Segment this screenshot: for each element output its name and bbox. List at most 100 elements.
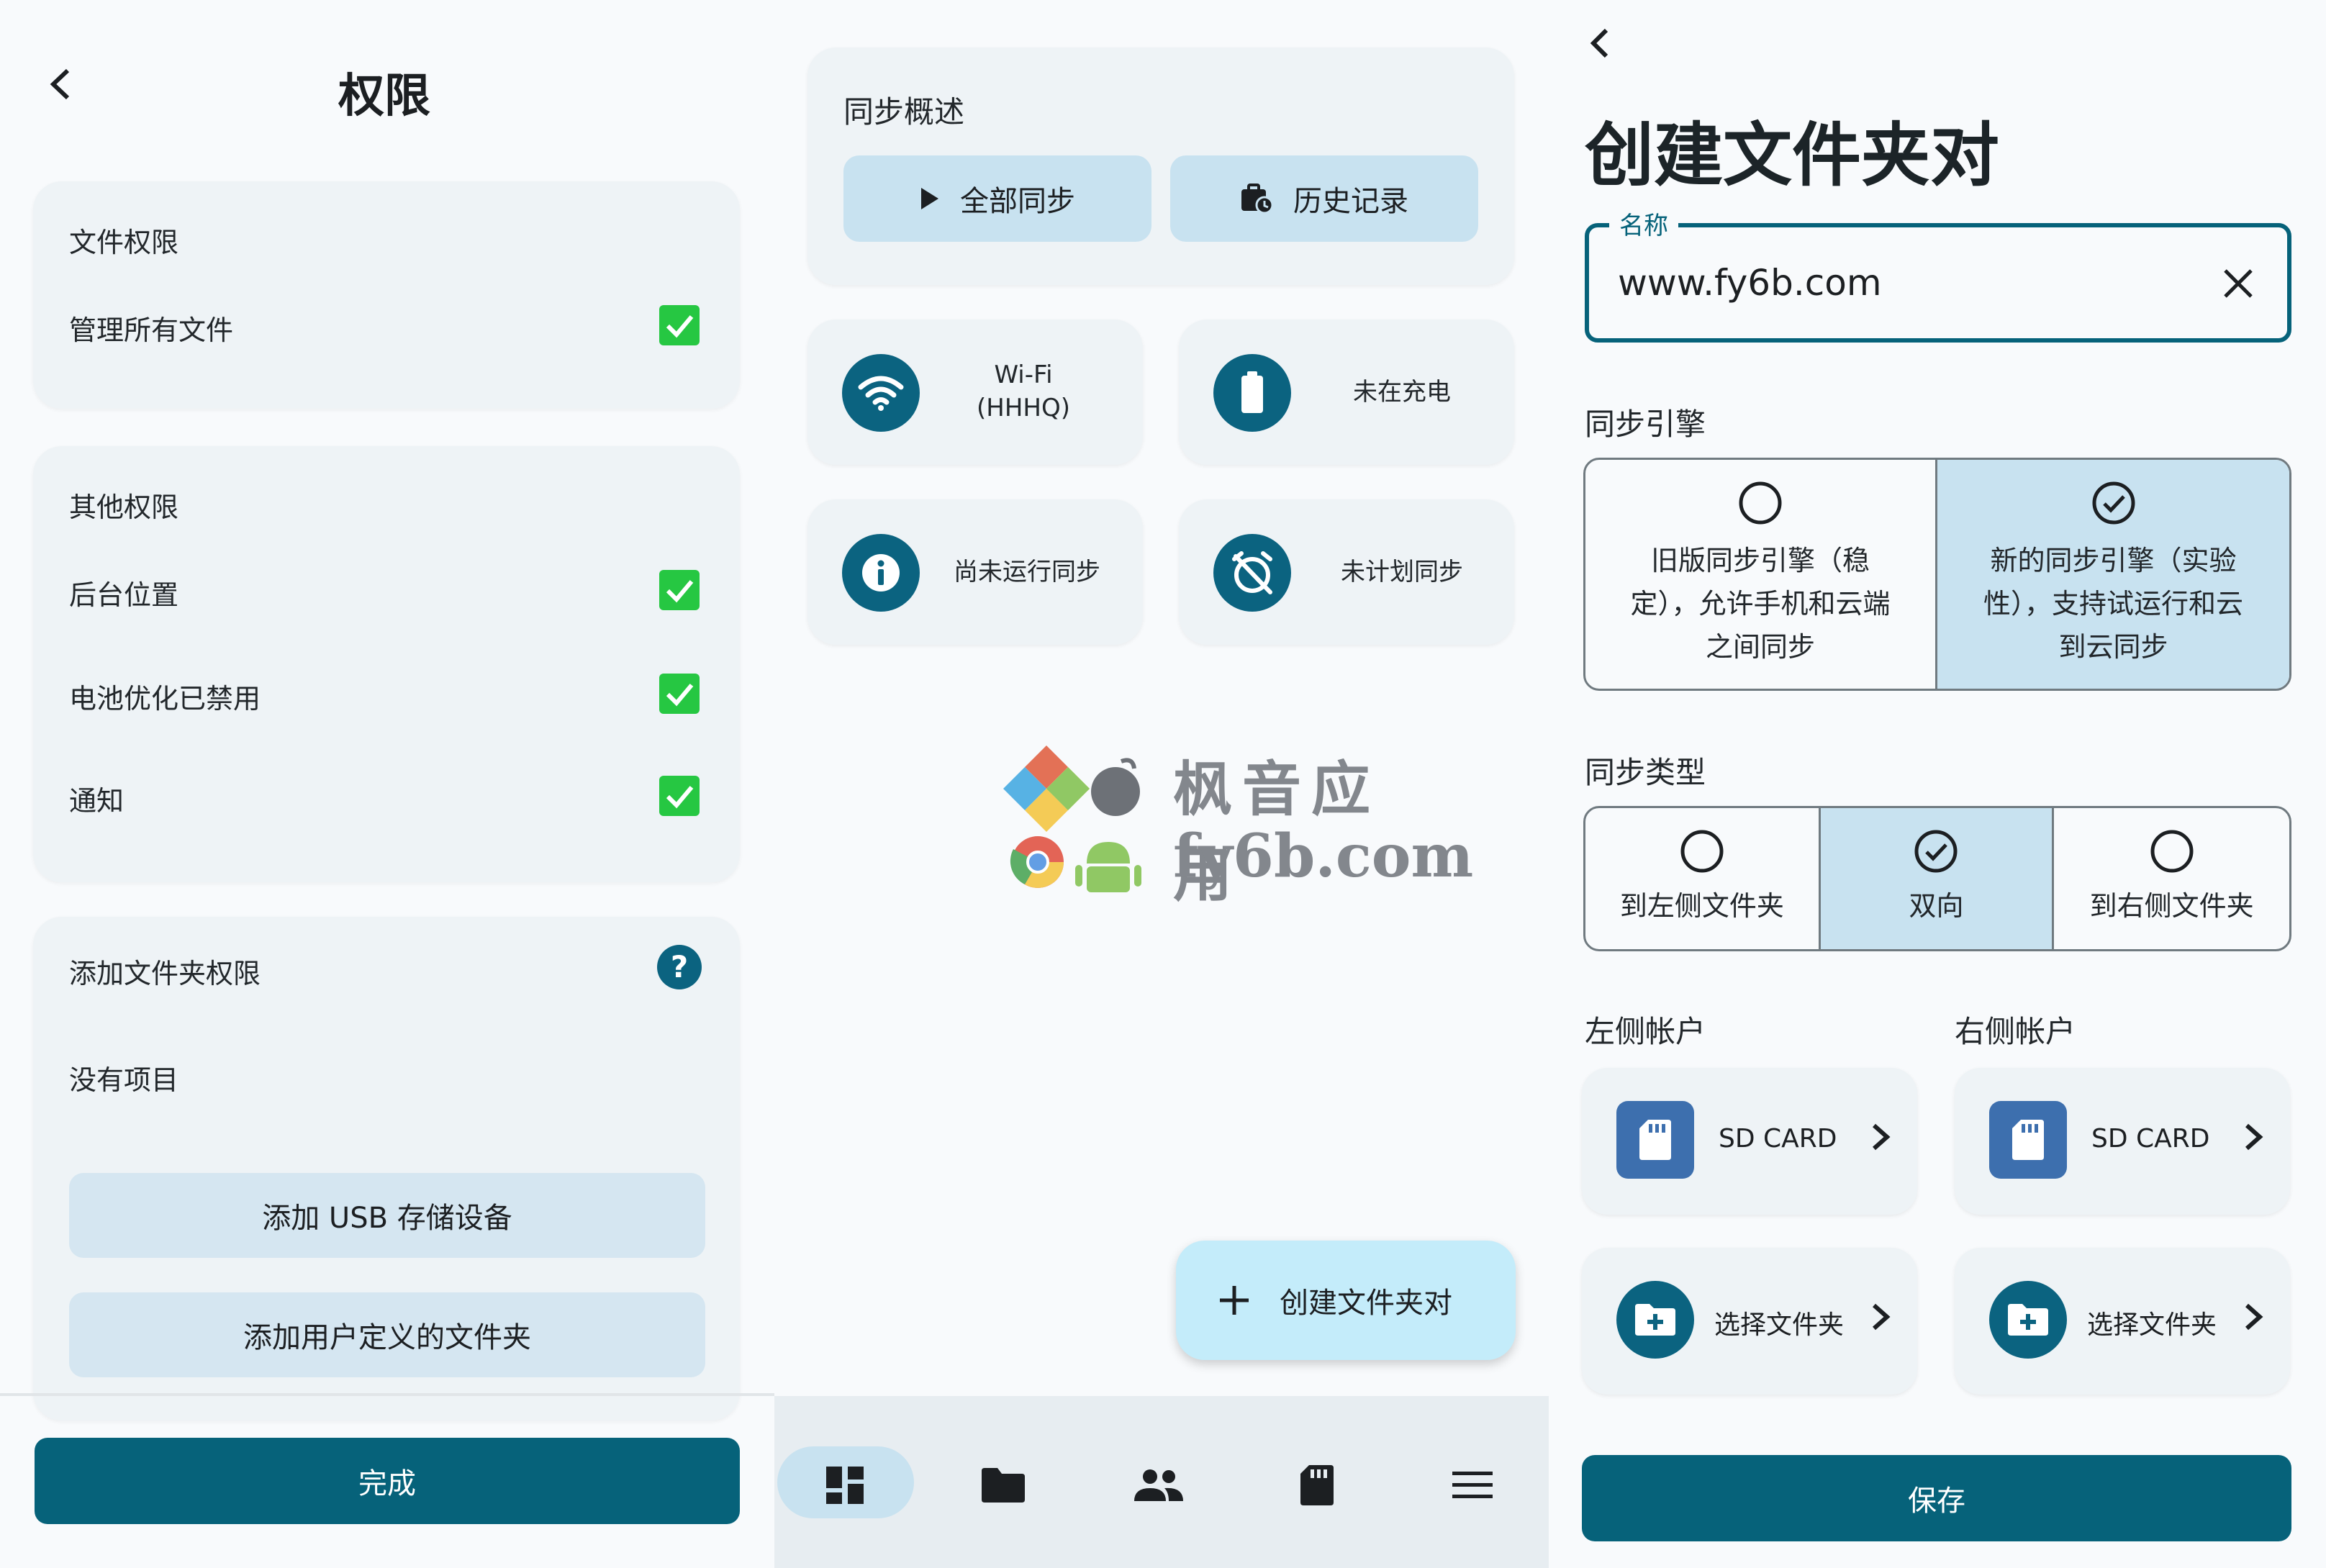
add-usb-storage-button[interactable]: 添加 USB 存储设备 — [69, 1173, 705, 1258]
section-heading: 其他权限 — [69, 491, 179, 523]
permissions-panel: 权限 文件权限 管理所有文件 其他权限 后台位置 电池优化已禁用 通知 添加文件… — [0, 0, 774, 1568]
page-title: 创建文件夹对 — [1585, 115, 1999, 196]
folder-permissions-card: 添加文件夹权限 ? 没有项目 添加 USB 存储设备 添加用户定义的文件夹 — [33, 917, 740, 1420]
nav-storage-icon[interactable] — [1281, 1449, 1353, 1521]
engine-option-label: 旧版同步引擎（稳 — [1650, 545, 1870, 576]
left-account-heading: 左侧帐户 — [1585, 1014, 1706, 1049]
wifi-status-line1: Wi-Fi — [994, 361, 1053, 389]
engine-option-label: 定），允许手机和云端 — [1630, 588, 1891, 620]
save-button[interactable]: 保存 — [1582, 1455, 2291, 1541]
last-run-status-card[interactable]: 尚未运行同步 — [807, 499, 1143, 645]
fab-label: 创建文件夹对 — [1280, 1287, 1452, 1320]
checkbox-battery-optimization[interactable] — [659, 674, 700, 714]
sync-type-bidirectional[interactable]: 双向 — [1820, 808, 2055, 949]
engine-option-legacy[interactable]: 旧版同步引擎（稳 定），允许手机和云端 之间同步 — [1585, 460, 1937, 689]
add-user-folder-button[interactable]: 添加用户定义的文件夹 — [69, 1292, 705, 1377]
nav-menu-icon[interactable] — [1436, 1449, 1508, 1521]
create-folder-pair-panel: 创建文件夹对 名称 www.fy6b.com 同步引擎 旧版同步引擎（稳 定），… — [1549, 0, 2326, 1568]
charging-status-card[interactable]: 未在充电 — [1179, 320, 1514, 465]
file-permissions-card: 文件权限 管理所有文件 — [33, 181, 740, 409]
wifi-status-card[interactable]: Wi-Fi (HHHQ) — [807, 320, 1143, 465]
sync-type-to-left[interactable]: 到左侧文件夹 — [1585, 808, 1821, 949]
play-icon — [921, 188, 938, 209]
checkbox-manage-all-files[interactable] — [659, 305, 700, 345]
history-label: 历史记录 — [1293, 185, 1408, 218]
permission-label: 电池优化已禁用 — [69, 683, 261, 715]
section-heading: 同步引擎 — [1585, 407, 1706, 442]
check-circle-icon — [2092, 481, 2135, 525]
section-heading: 同步类型 — [1585, 755, 1706, 790]
nav-accounts-icon[interactable] — [1123, 1449, 1195, 1521]
chevron-right-icon — [1873, 1123, 1891, 1151]
create-folder-pair-fab[interactable]: 创建文件夹对 — [1176, 1241, 1516, 1360]
wifi-status-line2: (HHHQ) — [977, 394, 1070, 422]
done-button[interactable]: 完成 — [35, 1438, 740, 1524]
check-circle-icon — [1914, 830, 1958, 873]
info-icon — [842, 534, 920, 612]
engine-option-label: 性），支持试运行和云 — [1983, 588, 2243, 620]
permission-label: 通知 — [69, 785, 125, 817]
folder-label: 选择文件夹 — [2087, 1310, 2217, 1340]
back-icon[interactable] — [1588, 27, 1612, 59]
checkbox-notifications[interactable] — [659, 776, 700, 816]
back-icon[interactable] — [46, 66, 75, 102]
sync-overview-card: 同步概述 全部同步 历史记录 — [807, 47, 1514, 285]
storage-label: SD CARD — [2091, 1124, 2210, 1154]
engine-option-new[interactable]: 新的同步引擎（实验 性），支持试运行和云 到云同步 — [1937, 460, 2289, 689]
engine-option-label: 之间同步 — [1705, 631, 1815, 663]
sync-type-label: 双向 — [1909, 890, 1964, 922]
history-button[interactable]: 历史记录 — [1170, 155, 1478, 242]
radio-unselected-icon — [1739, 481, 1782, 525]
section-heading: 添加文件夹权限 — [69, 958, 261, 989]
wifi-icon — [842, 354, 920, 432]
sd-card-icon — [1989, 1101, 2067, 1179]
section-heading: 同步概述 — [843, 94, 965, 130]
engine-option-label: 新的同步引擎（实验 — [1990, 545, 2237, 576]
watermark-url: fy6b.com — [1173, 822, 1474, 891]
radio-unselected-icon — [2150, 830, 2194, 873]
schedule-status-label: 未计划同步 — [1341, 558, 1463, 586]
permission-label: 管理所有文件 — [69, 314, 234, 346]
sync-type-label: 到右侧文件夹 — [2089, 890, 2254, 922]
help-icon[interactable]: ? — [656, 944, 702, 990]
left-folder-selector[interactable]: 选择文件夹 — [1582, 1248, 1917, 1395]
left-storage-selector[interactable]: SD CARD — [1582, 1068, 1917, 1215]
watermark: 枫音应用 fy6b.com — [1000, 741, 1473, 910]
alarm-off-icon — [1213, 534, 1291, 612]
right-account-heading: 右侧帐户 — [1955, 1014, 2076, 1049]
last-run-status-label: 尚未运行同步 — [954, 558, 1100, 586]
nav-folder-icon[interactable] — [967, 1449, 1039, 1521]
permission-label: 后台位置 — [69, 579, 179, 611]
chevron-right-icon — [1873, 1303, 1891, 1331]
history-icon — [1241, 183, 1273, 214]
sync-type-to-right[interactable]: 到右侧文件夹 — [2054, 808, 2289, 949]
empty-state-text: 没有项目 — [69, 1064, 179, 1096]
watermark-logo — [1003, 746, 1141, 892]
schedule-status-card[interactable]: 未计划同步 — [1179, 499, 1514, 645]
other-permissions-card: 其他权限 后台位置 电池优化已禁用 通知 — [33, 446, 740, 882]
sync-all-button[interactable]: 全部同步 — [843, 155, 1151, 242]
sync-type-label: 到左侧文件夹 — [1619, 890, 1784, 922]
checkbox-background-location[interactable] — [659, 570, 700, 610]
name-input-value[interactable]: www.fy6b.com — [1618, 262, 1882, 304]
divider — [0, 1393, 774, 1396]
nav-dashboard-icon[interactable] — [809, 1449, 881, 1521]
radio-unselected-icon — [1680, 830, 1724, 873]
charging-status-label: 未在充电 — [1353, 378, 1451, 407]
sd-card-icon — [1616, 1101, 1694, 1179]
section-heading: 文件权限 — [69, 227, 179, 258]
page-title: 权限 — [338, 70, 430, 123]
svg-text:?: ? — [671, 949, 688, 984]
folder-label: 选择文件夹 — [1714, 1310, 1845, 1340]
right-folder-selector[interactable]: 选择文件夹 — [1955, 1248, 2290, 1395]
chevron-right-icon — [2245, 1303, 2263, 1331]
clear-icon[interactable] — [2222, 268, 2254, 299]
sync-all-label: 全部同步 — [960, 185, 1075, 218]
right-storage-selector[interactable]: SD CARD — [1955, 1068, 2290, 1215]
engine-option-label: 到云同步 — [2058, 631, 2168, 663]
bottom-navigation — [774, 1396, 1549, 1568]
folder-add-icon — [1989, 1281, 2067, 1359]
add-icon — [1220, 1286, 1249, 1315]
storage-label: SD CARD — [1719, 1124, 1837, 1154]
folder-add-icon — [1616, 1281, 1694, 1359]
